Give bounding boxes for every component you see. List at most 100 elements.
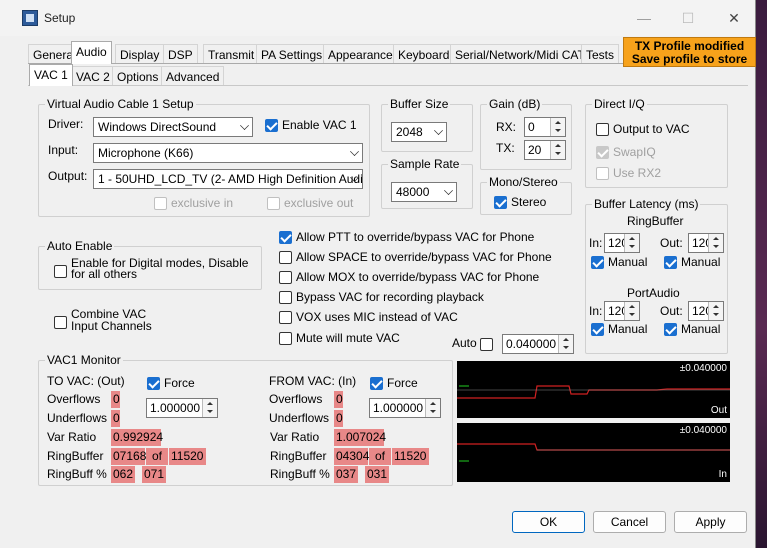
tab-keyboard[interactable]: Keyboard	[393, 44, 455, 64]
pa-out-manual-checkbox[interactable]	[664, 323, 677, 336]
scope-out: ±0.040000 Out	[457, 361, 730, 418]
tab-dsp[interactable]: DSP	[163, 44, 198, 64]
sample-rate-label: Sample Rate	[388, 157, 462, 171]
subtab-vac1[interactable]: VAC 1	[29, 64, 73, 86]
to-vac-underflows-value: 0	[111, 410, 120, 427]
ok-button[interactable]: OK	[512, 511, 585, 533]
spinner-arrows-icon[interactable]	[550, 118, 565, 136]
vac-setup-label: Virtual Audio Cable 1 Setup	[45, 97, 196, 111]
to-vac-force-spinner[interactable]: 1.000000	[146, 398, 218, 418]
subtab-advanced[interactable]: Advanced	[161, 66, 225, 86]
subtab-options[interactable]: Options	[112, 66, 164, 86]
from-vac-ringbuffer-b: 11520	[392, 448, 429, 465]
input-select[interactable]: Microphone (K66)	[93, 143, 363, 163]
spinner-arrows-icon[interactable]	[624, 234, 639, 252]
subtab-vac2[interactable]: VAC 2	[71, 66, 115, 86]
ringbuffer-heading: RingBuffer	[627, 214, 684, 228]
pa-in-spinner[interactable]: 120	[604, 301, 640, 321]
tab-appearance[interactable]: Appearance	[323, 44, 398, 64]
close-button[interactable]: ✕	[720, 8, 748, 28]
rb-in-spinner[interactable]: 120	[604, 233, 640, 253]
app-icon	[22, 10, 38, 26]
pa-out-label: Out:	[660, 304, 683, 318]
tab-tests[interactable]: Tests	[581, 44, 620, 64]
buffer-size-label: Buffer Size	[388, 97, 451, 111]
combine-vac-label: Combine VAC Input Channels	[71, 308, 152, 332]
spinner-arrows-icon[interactable]	[202, 399, 217, 417]
sample-rate-select[interactable]: 48000	[391, 182, 457, 202]
bypass-recording-checkbox[interactable]	[279, 291, 292, 304]
rx-gain-spinner[interactable]: 0	[524, 117, 566, 137]
from-vac-var-ratio-label: Var Ratio	[270, 430, 320, 444]
exclusive-in-checkbox[interactable]	[154, 197, 167, 210]
driver-select[interactable]: Windows DirectSound	[93, 117, 253, 137]
vox-mic-label: VOX uses MIC instead of VAC	[296, 310, 458, 324]
to-vac-of-label: of	[146, 448, 168, 465]
from-vac-force-checkbox[interactable]	[370, 377, 383, 390]
pa-out-spinner[interactable]: 120	[688, 301, 724, 321]
swap-iq-checkbox[interactable]	[596, 146, 609, 159]
from-vac-force-spinner[interactable]: 1.000000	[369, 398, 441, 418]
stereo-checkbox[interactable]	[494, 196, 507, 209]
stereo-label: Stereo	[511, 195, 547, 209]
tab-pa-settings[interactable]: PA Settings	[256, 44, 328, 64]
from-vac-pct-b: 031	[365, 466, 389, 483]
mute-vac-checkbox[interactable]	[279, 332, 292, 345]
from-vac-pct-a: 037	[334, 466, 358, 483]
to-vac-ringbuffer-a: 07168	[111, 448, 147, 465]
input-value: Microphone (K66)	[98, 146, 194, 160]
profile-warning-line2: Save profile to store	[631, 52, 748, 66]
tx-gain-spinner[interactable]: 20	[524, 140, 566, 160]
profile-warning-banner[interactable]: TX Profile modified Save profile to stor…	[623, 37, 756, 67]
rb-out-manual-checkbox[interactable]	[664, 256, 677, 269]
to-vac-pct-b: 071	[142, 466, 166, 483]
vox-mic-checkbox[interactable]	[279, 311, 292, 324]
digital-modes-checkbox[interactable]	[54, 265, 67, 278]
apply-button[interactable]: Apply	[674, 511, 747, 533]
combine-vac-checkbox[interactable]	[54, 316, 67, 329]
output-to-vac-checkbox[interactable]	[596, 123, 609, 136]
allow-space-checkbox[interactable]	[279, 251, 292, 264]
auto-spinner[interactable]: 0.040000	[502, 334, 574, 354]
exclusive-out-checkbox[interactable]	[267, 197, 280, 210]
spinner-arrows-icon[interactable]	[558, 335, 573, 353]
auto-enable-label: Auto Enable	[45, 239, 115, 253]
spinner-arrows-icon[interactable]	[708, 234, 723, 252]
tab-transmit[interactable]: Transmit	[203, 44, 260, 64]
to-vac-ringbuffer-label: RingBuffer	[47, 449, 104, 463]
scope-in: ±0.040000 In	[457, 423, 730, 482]
gain-group: Gain (dB)	[480, 97, 572, 170]
tab-audio[interactable]: Audio	[71, 41, 112, 64]
spinner-arrows-icon[interactable]	[708, 302, 723, 320]
pa-in-manual-checkbox[interactable]	[591, 323, 604, 336]
use-rx2-label: Use RX2	[613, 166, 662, 180]
maximize-button[interactable]: ☐	[674, 8, 702, 28]
rb-out-spinner[interactable]: 120	[688, 233, 724, 253]
chevron-down-icon	[434, 126, 443, 135]
spinner-arrows-icon[interactable]	[550, 141, 565, 159]
use-rx2-checkbox[interactable]	[596, 167, 609, 180]
output-select[interactable]: 1 - 50UHD_LCD_TV (2- AMD High Definition…	[93, 169, 363, 189]
spinner-arrows-icon[interactable]	[624, 302, 639, 320]
exclusive-in-label: exclusive in	[171, 196, 234, 210]
to-vac-force-checkbox[interactable]	[147, 377, 160, 390]
output-label: Output:	[48, 169, 88, 183]
cancel-button[interactable]: Cancel	[593, 511, 666, 533]
auto-checkbox[interactable]	[480, 338, 493, 351]
output-to-vac-label: Output to VAC	[613, 122, 690, 136]
subtab-divider	[28, 85, 748, 86]
rb-in-manual-checkbox[interactable]	[591, 256, 604, 269]
scope-in-value: ±0.040000	[679, 425, 727, 436]
allow-ptt-checkbox[interactable]	[279, 231, 292, 244]
driver-label: Driver:	[48, 117, 84, 131]
buffer-size-select[interactable]: 2048	[391, 122, 447, 142]
from-vac-overflows-label: Overflows	[269, 392, 323, 406]
rb-in-label: In:	[589, 236, 603, 250]
chevron-down-icon	[444, 186, 453, 195]
spinner-arrows-icon[interactable]	[425, 399, 440, 417]
tab-serial-network-midi-cat[interactable]: Serial/Network/Midi CAT	[450, 44, 590, 64]
minimize-button[interactable]: —	[630, 8, 658, 28]
enable-vac1-checkbox[interactable]	[265, 119, 278, 132]
allow-mox-checkbox[interactable]	[279, 271, 292, 284]
tab-display[interactable]: Display	[115, 44, 165, 64]
